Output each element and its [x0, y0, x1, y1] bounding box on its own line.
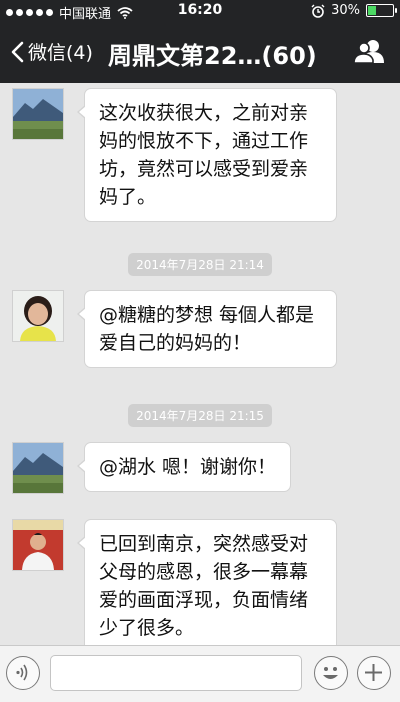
back-label: 微信(4): [28, 42, 93, 64]
message-bubble[interactable]: 已回到南京，突然感受对父母的感恩，很多一幕幕爱的画面浮现，负面情绪少了很多。: [77, 519, 337, 645]
message-text: @糖糖的梦想 每個人都是爱自己的妈妈的！: [99, 304, 315, 354]
message-text: 已回到南京，突然感受对父母的感恩，很多一幕幕爱的画面浮现，负面情绪少了很多。: [99, 533, 309, 639]
message-text: 这次收获很大，之前对亲妈的恨放不下，通过工作坊，竟然可以感受到爱亲妈了。: [99, 102, 309, 208]
back-button[interactable]: 微信(4): [10, 38, 93, 65]
message-text: @湖水 嗯！谢谢你！: [99, 456, 277, 478]
emoji-button[interactable]: [314, 656, 348, 690]
more-button[interactable]: [357, 656, 391, 690]
timestamp: 2014年7月28日 21:15: [0, 404, 400, 427]
chat-area[interactable]: 这次收获很大，之前对亲妈的恨放不下，通过工作坊，竟然可以感受到爱亲妈了。 201…: [0, 83, 400, 645]
message-bubble[interactable]: 这次收获很大，之前对亲妈的恨放不下，通过工作坊，竟然可以感受到爱亲妈了。: [77, 88, 337, 222]
chat-title: 周鼎文第22…(60): [108, 42, 317, 70]
battery-percent: 30%: [331, 3, 360, 18]
top-bar: 中国联通 16:20 30% 微信(4) 周鼎文第22…(60): [0, 0, 400, 83]
message-bubble[interactable]: @湖水 嗯！谢谢你！: [76, 442, 292, 492]
mountain-avatar[interactable]: [12, 88, 64, 140]
message-input[interactable]: [50, 655, 302, 691]
message-bubble[interactable]: @糖糖的梦想 每個人都是爱自己的妈妈的！: [77, 290, 337, 368]
group-members-icon: [353, 40, 384, 64]
voice-icon: [16, 664, 28, 681]
voice-button[interactable]: [6, 656, 40, 690]
plus-icon: [365, 664, 382, 681]
timestamp: 2014年7月28日 21:14: [0, 253, 400, 276]
battery-icon: [366, 4, 397, 17]
status-bar: 中国联通 16:20 30%: [0, 0, 400, 22]
back-chevron-icon: [11, 41, 24, 62]
group-members-button[interactable]: [353, 38, 384, 68]
mountain-avatar[interactable]: [12, 442, 64, 494]
emoji-icon: [323, 667, 338, 679]
alarm-icon: [311, 4, 325, 18]
man-avatar[interactable]: [12, 519, 64, 571]
nav-bar: 微信(4) 周鼎文第22…(60): [0, 22, 400, 83]
input-bar: [0, 645, 400, 702]
woman-avatar[interactable]: [12, 290, 64, 342]
